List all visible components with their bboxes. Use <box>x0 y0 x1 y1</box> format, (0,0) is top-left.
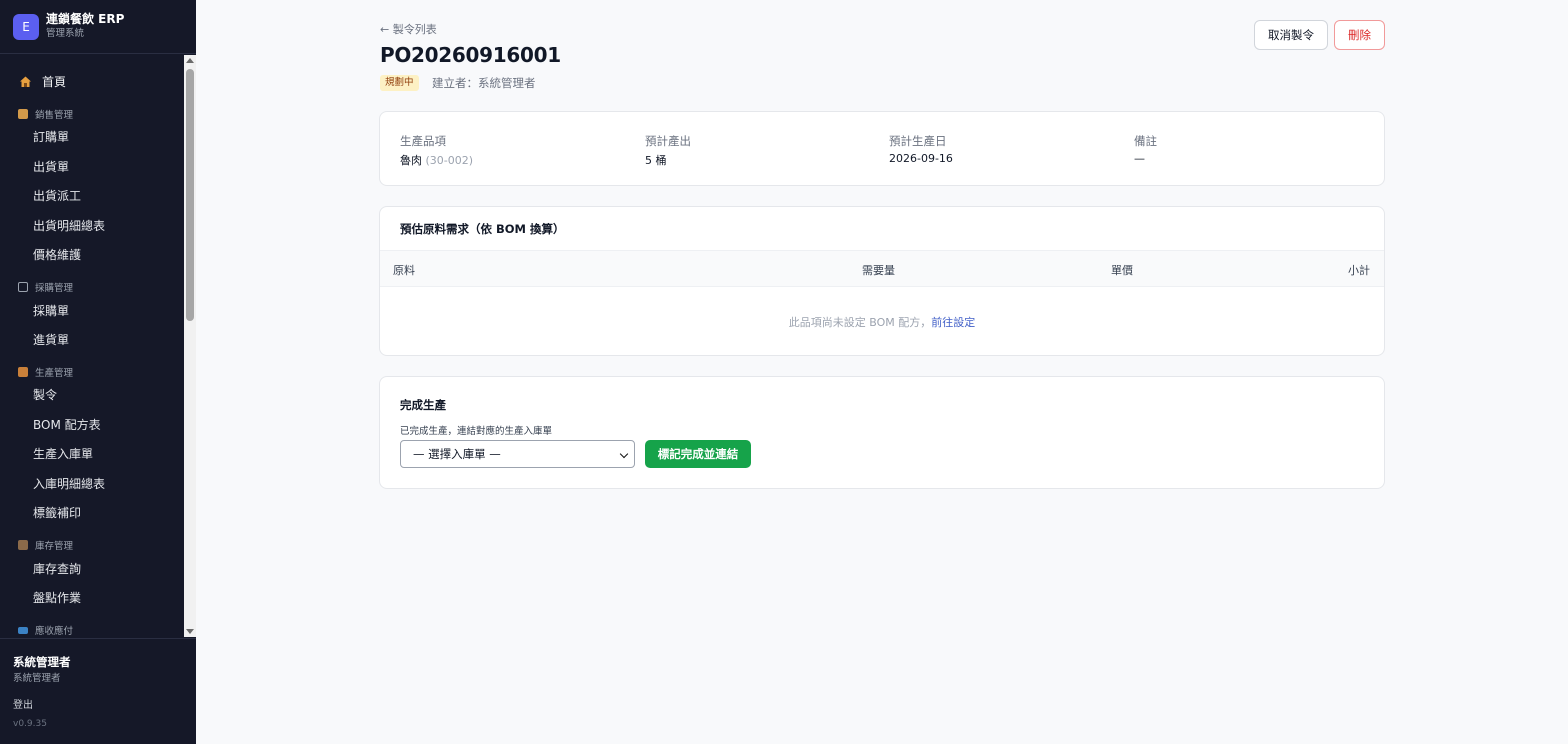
sidebar-item-label: 首頁 <box>42 75 67 89</box>
nav-group-sales: 銷售管理 <box>18 107 73 121</box>
delete-button[interactable]: 刪除 <box>1334 20 1385 50</box>
user-name: 系統管理者 <box>13 655 71 669</box>
back-to-list-link[interactable]: ← 製令列表 <box>380 21 437 37</box>
warehouse-icon <box>18 540 28 550</box>
sidebar-item-label-reprint[interactable]: 標籤補印 <box>33 505 81 521</box>
brand: E 連鎖餐飲 ERP 管理系統 <box>0 0 196 54</box>
nav-group-purchase: 採購管理 <box>18 280 73 294</box>
sidebar-item-order[interactable]: 訂購單 <box>33 129 69 145</box>
complete-hint: 已完成生產，連結對應的生產入庫單 <box>400 426 553 437</box>
sidebar-item-shipment-summary[interactable]: 出貨明細總表 <box>33 218 105 234</box>
sidebar-item-in-summary[interactable]: 入庫明細總表 <box>33 476 105 492</box>
home-icon <box>18 75 32 89</box>
qty-label: 預計產出 <box>645 134 691 148</box>
receipt-select-value: — 選擇入庫單 — <box>413 447 501 461</box>
nav-group-label: 應收應付 <box>35 626 74 637</box>
bom-table-header: 原料 需要量 單價 小計 <box>380 250 1384 287</box>
nav-group-label: 銷售管理 <box>35 110 74 121</box>
scroll-up-icon[interactable] <box>186 58 194 63</box>
app-subtitle: 管理系統 <box>46 28 85 39</box>
sidebar-item-home[interactable]: 首頁 <box>18 73 66 90</box>
sidebar-item-stocktake[interactable]: 盤點作業 <box>33 590 81 606</box>
sidebar: E 連鎖餐飲 ERP 管理系統 首頁 銷售管理 訂購單 出貨單 出貨派工 出貨明… <box>0 0 196 744</box>
nav-group-label: 生產管理 <box>35 368 74 379</box>
factory-icon <box>18 367 28 377</box>
nav-group-finance: 應收應付 <box>18 623 73 637</box>
nav-group-label: 庫存管理 <box>35 541 74 552</box>
complete-production-card: 完成生產 已完成生產，連結對應的生產入庫單 — 選擇入庫單 — 標記完成並連結 <box>379 376 1385 489</box>
scroll-thumb[interactable] <box>186 69 194 321</box>
receipt-select[interactable]: — 選擇入庫單 — <box>400 440 635 468</box>
note-value: — <box>1134 152 1145 165</box>
app-logo-icon: E <box>13 13 39 40</box>
sidebar-nav: 首頁 銷售管理 訂購單 出貨單 出貨派工 出貨明細總表 價格維護 採購管理 採購… <box>0 55 184 637</box>
chevron-down-icon <box>619 449 629 459</box>
nav-group-inventory: 庫存管理 <box>18 538 73 552</box>
mark-complete-button[interactable]: 標記完成並連結 <box>645 440 751 468</box>
nav-group-production: 生產管理 <box>18 365 73 379</box>
column-material: 原料 <box>393 264 415 277</box>
product-name: 魯肉 <box>400 154 422 167</box>
complete-title: 完成生產 <box>400 398 446 412</box>
app-title: 連鎖餐飲 ERP <box>46 12 125 26</box>
version-label: v0.9.35 <box>13 719 47 729</box>
logout-link[interactable]: 登出 <box>13 696 33 711</box>
creator-text: 建立者：系統管理者 <box>432 76 536 90</box>
column-subtotal: 小計 <box>1348 264 1370 277</box>
package-icon <box>18 109 28 119</box>
qty-value: 5 桶 <box>645 154 667 167</box>
product-value: 魯肉 (30-002) <box>400 152 473 168</box>
cancel-order-button[interactable]: 取消製令 <box>1254 20 1328 50</box>
goto-bom-setup-link[interactable]: 前往設定 <box>931 316 975 329</box>
sidebar-item-purchase-order[interactable]: 採購單 <box>33 303 69 319</box>
nav-group-label: 採購管理 <box>35 283 74 294</box>
bom-empty-text: 此品項尚未設定 BOM 配方， <box>788 316 932 329</box>
sidebar-item-stock-query[interactable]: 庫存查詢 <box>33 561 81 577</box>
bom-title: 預估原料需求（依 BOM 換算） <box>400 222 565 236</box>
column-unit-price: 單價 <box>1111 264 1133 277</box>
bom-requirements-card: 預估原料需求（依 BOM 換算） 原料 需要量 單價 小計 此品項尚未設定 BO… <box>379 206 1385 356</box>
sidebar-item-production-in[interactable]: 生產入庫單 <box>33 446 93 462</box>
note-label: 備註 <box>1134 134 1157 148</box>
cart-icon <box>18 282 28 292</box>
sidebar-item-receiving[interactable]: 進貨單 <box>33 332 69 348</box>
date-value: 2026-09-16 <box>889 152 953 165</box>
user-panel: 系統管理者 系統管理者 登出 v0.9.35 <box>0 638 196 744</box>
sidebar-item-dispatch[interactable]: 出貨派工 <box>33 188 81 204</box>
product-code: (30-002) <box>425 154 474 167</box>
sidebar-item-shipment[interactable]: 出貨單 <box>33 159 69 175</box>
sidebar-item-bom[interactable]: BOM 配方表 <box>33 417 101 433</box>
date-label: 預計生產日 <box>889 134 947 148</box>
bom-empty-state: 此品項尚未設定 BOM 配方，前往設定 <box>380 314 1384 330</box>
order-info-card: 生產品項 魯肉 (30-002) 預計產出 5 桶 預計生產日 2026-09-… <box>379 111 1385 186</box>
credit-card-icon <box>18 626 28 634</box>
sidebar-scrollbar[interactable] <box>184 55 196 637</box>
sidebar-item-work-order[interactable]: 製令 <box>33 387 57 403</box>
scroll-down-icon[interactable] <box>186 629 194 634</box>
status-badge: 規劃中 <box>380 75 419 91</box>
page-title: PO20260916001 <box>380 43 561 67</box>
product-label: 生產品項 <box>400 134 446 148</box>
user-role: 系統管理者 <box>13 673 61 684</box>
sidebar-item-pricing[interactable]: 價格維護 <box>33 247 81 263</box>
column-required: 需要量 <box>862 264 895 277</box>
